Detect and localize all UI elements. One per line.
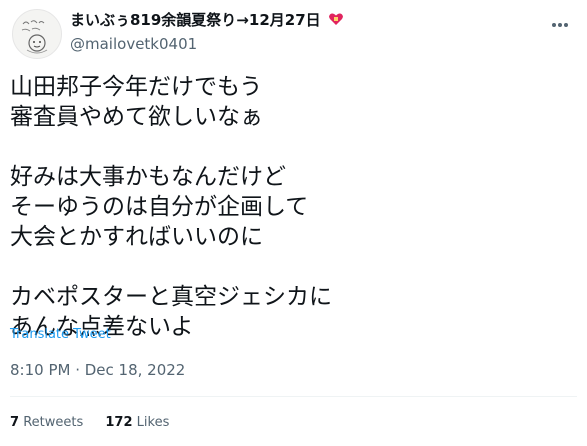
more-options-icon[interactable]	[551, 12, 575, 32]
retweets-stat[interactable]: 7 Retweets	[10, 415, 83, 430]
tweet-text: 山田邦子今年だけでもう 審査員やめて欲しいなぁ 好みは大事かもなんだけど そーゆ…	[10, 74, 332, 340]
divider	[10, 396, 577, 397]
likes-stat[interactable]: 172 Likes	[105, 415, 169, 430]
likes-count: 172	[105, 415, 133, 430]
translate-tweet-link[interactable]: Translate Tweet	[10, 327, 111, 342]
author-handle[interactable]: @mailovetk0401	[70, 34, 344, 54]
author-display-name[interactable]: まいぶぅ819余韻夏祭り→12月27日	[70, 11, 321, 29]
author-names: まいぶぅ819余韻夏祭り→12月27日 @mailovetk0401	[70, 10, 344, 54]
tweet-timestamp[interactable]: 8:10 PM · Dec 18, 2022	[10, 361, 185, 379]
author-display-name-row[interactable]: まいぶぅ819余韻夏祭り→12月27日	[70, 10, 344, 32]
heart-gift-icon	[328, 11, 344, 32]
tweet-stats: 7 Retweets 172 Likes	[10, 415, 187, 430]
retweets-count: 7	[10, 415, 20, 430]
avatar-sketch-icon	[21, 20, 48, 54]
retweets-label: Retweets	[23, 415, 84, 430]
likes-label: Likes	[136, 415, 170, 430]
tweet-header: まいぶぅ819余韻夏祭り→12月27日 @mailovetk0401	[8, 4, 579, 60]
avatar[interactable]	[12, 9, 62, 59]
